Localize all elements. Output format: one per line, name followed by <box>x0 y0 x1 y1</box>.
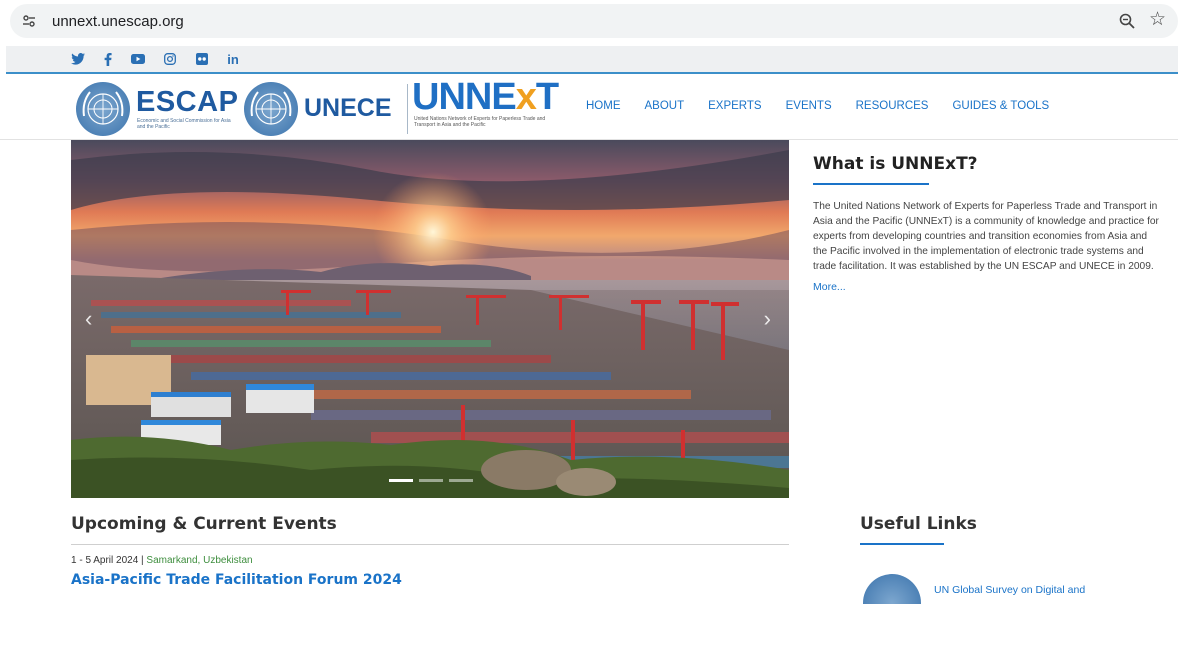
carousel-dot[interactable] <box>449 479 473 482</box>
un-emblem-icon <box>76 82 130 136</box>
nav-guides-tools[interactable]: GUIDES & TOOLS <box>952 100 1049 112</box>
about-body: The United Nations Network of Experts fo… <box>813 201 1159 272</box>
youtube-icon[interactable] <box>130 51 146 67</box>
escap-logo-text: ESCAP <box>136 86 239 118</box>
event-meta: 1 - 5 April 2024 | Samarkand, Uzbekistan <box>71 555 789 566</box>
useful-link-item[interactable]: UN Global Survey on Digital and <box>934 584 1085 596</box>
about-panel: What is UNNExT? The United Nations Netwo… <box>813 154 1163 295</box>
hero-image <box>71 140 789 498</box>
carousel-indicators <box>389 479 473 482</box>
title-underline <box>860 543 944 545</box>
nav-resources[interactable]: RESOURCES <box>856 100 929 112</box>
url-text[interactable]: unnext.unescap.org <box>52 13 184 30</box>
escap-subtitle: Economic and Social Commission for Asia … <box>137 118 231 130</box>
more-link[interactable]: More... <box>813 281 846 293</box>
un-emblem-icon <box>244 82 298 136</box>
nav-experts[interactable]: EXPERTS <box>708 100 761 112</box>
logo-divider <box>407 84 408 134</box>
unnext-logo-x: x <box>515 76 537 118</box>
browser-toolbar: unnext.unescap.org ☆ <box>0 0 1178 44</box>
event-date: 1 - 5 April 2024 <box>71 555 139 566</box>
event-title-link[interactable]: Asia-Pacific Trade Facilitation Forum 20… <box>71 572 789 588</box>
site-header: ESCAP Economic and Social Commission for… <box>0 76 1178 140</box>
flickr-icon[interactable] <box>194 51 210 67</box>
zoom-icon[interactable] <box>1118 12 1136 30</box>
about-title: What is UNNExT? <box>813 154 978 174</box>
address-bar[interactable]: unnext.unescap.org ☆ <box>10 4 1178 38</box>
events-divider <box>71 544 789 545</box>
events-title: Upcoming & Current Events <box>71 514 337 534</box>
bookmark-star-icon[interactable]: ☆ <box>1149 10 1166 30</box>
unnext-logo-t: T <box>535 76 559 118</box>
event-location: Samarkand, Uzbekistan <box>146 555 253 566</box>
events-section: Upcoming & Current Events 1 - 5 April 20… <box>71 514 789 588</box>
instagram-icon[interactable] <box>162 51 178 67</box>
site-settings-icon[interactable] <box>22 14 36 28</box>
carousel-dot[interactable] <box>389 479 413 482</box>
unece-logo-text: UNECE <box>304 94 392 122</box>
unnext-logo-text: UNNExT <box>412 76 559 119</box>
hero-carousel[interactable]: ‹ › <box>71 140 789 498</box>
nav-events[interactable]: EVENTS <box>786 100 832 112</box>
carousel-prev-icon[interactable]: ‹ <box>85 306 92 332</box>
linkedin-icon[interactable]: in <box>224 51 242 67</box>
unnext-logo-main: UNNE <box>412 76 517 118</box>
facebook-icon[interactable] <box>102 51 114 67</box>
nav-about[interactable]: ABOUT <box>645 100 685 112</box>
twitter-icon[interactable] <box>70 51 86 67</box>
title-underline <box>813 183 929 185</box>
useful-links-title: Useful Links <box>860 514 977 534</box>
useful-links-section: Useful Links UN Global Survey on Digital… <box>860 514 1160 604</box>
main-nav: HOME ABOUT EXPERTS EVENTS RESOURCES GUID… <box>586 100 1073 112</box>
unnext-subtitle: United Nations Network of Experts for Pa… <box>414 116 546 128</box>
carousel-next-icon[interactable]: › <box>764 306 771 332</box>
logos[interactable]: ESCAP Economic and Social Commission for… <box>74 76 564 136</box>
nav-home[interactable]: HOME <box>586 100 621 112</box>
social-bar: in <box>6 46 1178 74</box>
un-emblem-icon[interactable] <box>863 574 921 604</box>
carousel-dot[interactable] <box>419 479 443 482</box>
